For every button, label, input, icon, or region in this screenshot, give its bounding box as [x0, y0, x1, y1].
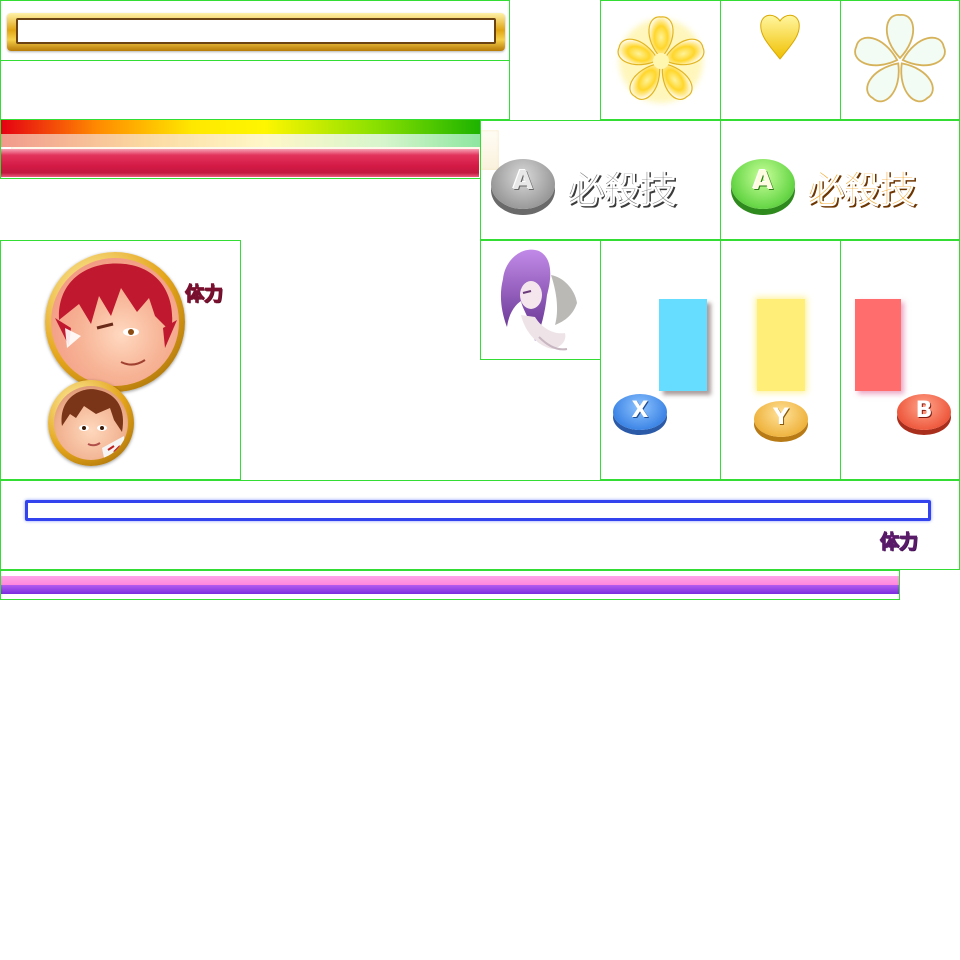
cream-panel-tile	[0, 60, 510, 170]
gauge-rainbow-sheen	[1, 134, 480, 147]
button-x-bar	[659, 299, 707, 391]
hp-bar-tile	[0, 570, 900, 600]
button-y-bar	[757, 299, 805, 391]
character-portrait-partner	[48, 380, 134, 466]
button-a-active-letter: A	[752, 166, 774, 196]
button-y-bar-tile: Y	[720, 240, 841, 480]
health-label-bottom: 体力	[879, 531, 919, 554]
flower-outline-icon	[854, 14, 946, 103]
special-move-label-inactive: 必殺技	[567, 168, 677, 212]
character-portrait	[500, 249, 577, 351]
special-button-inactive-tile: A 必殺技	[480, 120, 721, 240]
button-x-icon: X	[613, 394, 667, 430]
heart-icon	[760, 14, 800, 60]
gold-frame-bar	[7, 13, 505, 51]
button-b-letter: B	[915, 398, 933, 423]
button-b-bar	[855, 299, 901, 391]
flower-icon	[617, 16, 705, 103]
button-y-icon: Y	[754, 401, 808, 437]
gauge-tile	[0, 119, 481, 179]
gauge-rainbow-bar	[1, 120, 480, 134]
button-x-bar-tile: X	[600, 240, 721, 480]
hp-frame-tile: 体力	[0, 480, 960, 570]
gold-frame-tile	[0, 0, 510, 61]
health-label-top: 体力	[184, 283, 224, 306]
button-a-active-icon: A	[731, 159, 795, 209]
button-b-icon: B	[897, 394, 951, 430]
button-b-bar-tile: B	[840, 240, 960, 480]
portrait-pair-tile: 体力	[0, 240, 241, 480]
special-button-active-tile: A 必殺技	[720, 120, 960, 240]
special-move-label-active: 必殺技	[807, 168, 917, 212]
button-y-letter: Y	[773, 405, 789, 430]
hp-frame-blue	[25, 500, 931, 521]
flower-yellow-tile	[600, 0, 721, 120]
hp-bar-pink	[1, 576, 899, 585]
portrait-purple-tile	[480, 240, 601, 360]
button-x-letter: X	[631, 398, 649, 423]
heart-yellow-tile	[720, 0, 841, 120]
button-a-letter: A	[512, 166, 534, 196]
character-portrait-main	[45, 252, 185, 392]
gauge-crimson-bar	[1, 149, 479, 177]
button-a-icon: A	[491, 159, 555, 209]
hp-bar-purple	[1, 585, 899, 594]
flower-white-tile	[840, 0, 960, 120]
